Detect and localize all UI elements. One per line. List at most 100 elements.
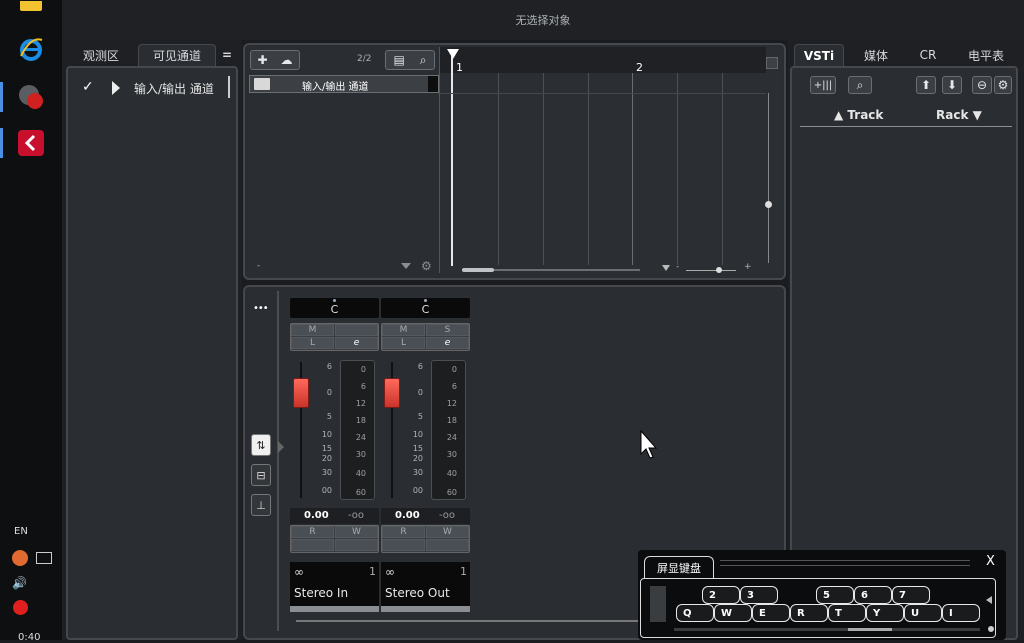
octave-left-arrow-icon[interactable]: [986, 596, 992, 604]
tab-inspector[interactable]: 观测区: [74, 44, 128, 66]
key-w[interactable]: W: [714, 604, 752, 622]
checkmark-icon[interactable]: ✓: [82, 79, 94, 95]
rack-view-icon[interactable]: ⊟: [251, 464, 271, 486]
mute-button[interactable]: M: [382, 324, 425, 336]
tab-vsti[interactable]: VSTi: [794, 44, 844, 66]
key-7[interactable]: 7: [892, 586, 930, 604]
collapse-button[interactable]: ⊖: [972, 76, 992, 94]
settings-gear-icon[interactable]: ⚙: [421, 259, 432, 273]
key-y[interactable]: Y: [866, 604, 904, 622]
automation-extra-2[interactable]: [335, 539, 378, 551]
key-6[interactable]: 6: [854, 586, 892, 604]
faders-view-icon[interactable]: ⇅: [251, 434, 271, 456]
write-button[interactable]: W: [335, 526, 378, 538]
vertical-zoom-knob[interactable]: [765, 201, 772, 208]
keyboard-drag-area[interactable]: [720, 560, 970, 566]
ruler-menu-icon[interactable]: [766, 57, 778, 69]
event-display[interactable]: 1 2 - +: [439, 47, 782, 273]
key-2[interactable]: 2: [702, 586, 740, 604]
track-row[interactable]: 输入/输出 通道: [249, 75, 439, 93]
ie-browser-icon[interactable]: [14, 32, 48, 66]
vertical-zoom-slider[interactable]: [768, 93, 769, 263]
language-indicator[interactable]: EN: [14, 526, 28, 537]
peak-value[interactable]: -oo: [348, 510, 364, 521]
edit-button[interactable]: e: [426, 337, 469, 349]
search-instrument-button[interactable]: ⌕: [848, 76, 872, 94]
key-u[interactable]: U: [904, 604, 942, 622]
fader-value[interactable]: 0.00: [395, 510, 420, 521]
add-track-button[interactable]: ✚ ☁: [250, 50, 300, 70]
channel-name[interactable]: Stereo In: [294, 586, 348, 600]
network-icon[interactable]: [36, 552, 52, 564]
zoom-out-track[interactable]: -: [257, 261, 260, 271]
zoom-preset-dropdown-icon[interactable]: [662, 265, 670, 271]
playhead-marker-icon[interactable]: [447, 49, 459, 59]
track-list-dropdown-icon[interactable]: [401, 263, 411, 269]
rack-sort-header[interactable]: Rack ▼: [936, 108, 982, 122]
add-instrument-button[interactable]: +|||: [810, 76, 836, 94]
scroll-thumb[interactable]: [462, 268, 494, 272]
mixer-scrollbar[interactable]: [296, 620, 640, 622]
mixer-menu-icon[interactable]: •••: [253, 303, 269, 314]
tab-visibility[interactable]: 可见通道: [138, 44, 216, 66]
velocity-knob[interactable]: [988, 626, 994, 632]
key-q[interactable]: Q: [676, 604, 714, 622]
expand-triangle-icon[interactable]: [112, 81, 120, 95]
write-button[interactable]: W: [426, 526, 469, 538]
key-e[interactable]: E: [752, 604, 790, 622]
mute-button[interactable]: M: [291, 324, 334, 336]
channel-item-label[interactable]: 输入/输出 通道: [134, 80, 214, 97]
track-name[interactable]: 输入/输出 通道: [302, 78, 369, 93]
tab-meter[interactable]: 电平表: [960, 44, 1012, 66]
key-3[interactable]: 3: [740, 586, 778, 604]
automation-extra-1[interactable]: [382, 539, 425, 551]
security-alert-icon[interactable]: [12, 550, 28, 566]
ruler[interactable]: [440, 47, 766, 73]
channel-strip-icon[interactable]: ⊥: [251, 494, 271, 516]
list-search-buttons[interactable]: ▤ ⌕: [385, 50, 435, 70]
channel-name[interactable]: Stereo Out: [385, 586, 450, 600]
solo-button[interactable]: [335, 324, 378, 336]
cubase-app-icon[interactable]: [14, 126, 48, 160]
expand-arrow-icon[interactable]: [278, 441, 284, 453]
tab-cr[interactable]: CR: [910, 44, 946, 66]
record-tray-icon[interactable]: [13, 600, 28, 615]
listen-button[interactable]: L: [291, 337, 334, 349]
keyboard-close-button[interactable]: X: [986, 554, 995, 569]
edit-button[interactable]: e: [335, 337, 378, 349]
volume-fader[interactable]: [384, 378, 400, 408]
list-icon[interactable]: ▤: [393, 53, 404, 67]
fader-value[interactable]: 0.00: [304, 510, 329, 521]
automation-extra-1[interactable]: [291, 539, 334, 551]
tab-media[interactable]: 媒体: [856, 44, 896, 66]
move-down-button[interactable]: ⬇: [942, 76, 962, 94]
zoom-slider-knob[interactable]: [716, 267, 722, 273]
read-button[interactable]: R: [382, 526, 425, 538]
keyboard-velocity-bar[interactable]: [674, 628, 980, 631]
listen-button[interactable]: L: [382, 337, 425, 349]
volume-icon[interactable]: 🔊: [12, 576, 27, 590]
cursor-line[interactable]: [451, 51, 453, 266]
key-t[interactable]: T: [828, 604, 866, 622]
channel-name-box[interactable]: ∞ 1 Stereo Out: [381, 562, 470, 606]
zone-menu-icon[interactable]: =: [218, 44, 236, 66]
zoom-plus[interactable]: +: [744, 262, 752, 272]
read-button[interactable]: R: [291, 526, 334, 538]
volume-fader[interactable]: [293, 378, 309, 408]
key-5[interactable]: 5: [816, 586, 854, 604]
rack-settings-button[interactable]: ⚙: [994, 76, 1012, 94]
key-i[interactable]: I: [942, 604, 980, 622]
automation-extra-2[interactable]: [426, 539, 469, 551]
solo-button[interactable]: S: [426, 324, 469, 336]
peak-value[interactable]: -oo: [439, 510, 455, 521]
recorder-app-icon[interactable]: [14, 80, 48, 114]
zoom-minus[interactable]: -: [676, 262, 679, 272]
key-r[interactable]: R: [790, 604, 828, 622]
folder-icon[interactable]: [14, 0, 48, 12]
zoom-slider[interactable]: [686, 270, 736, 271]
move-up-button[interactable]: ⬆: [916, 76, 936, 94]
velocity-slider[interactable]: [848, 628, 892, 631]
search-icon[interactable]: ⌕: [420, 53, 427, 68]
channel-name-box[interactable]: ∞ 1 Stereo In: [290, 562, 379, 606]
track-sort-header[interactable]: ▲ Track: [834, 108, 883, 122]
